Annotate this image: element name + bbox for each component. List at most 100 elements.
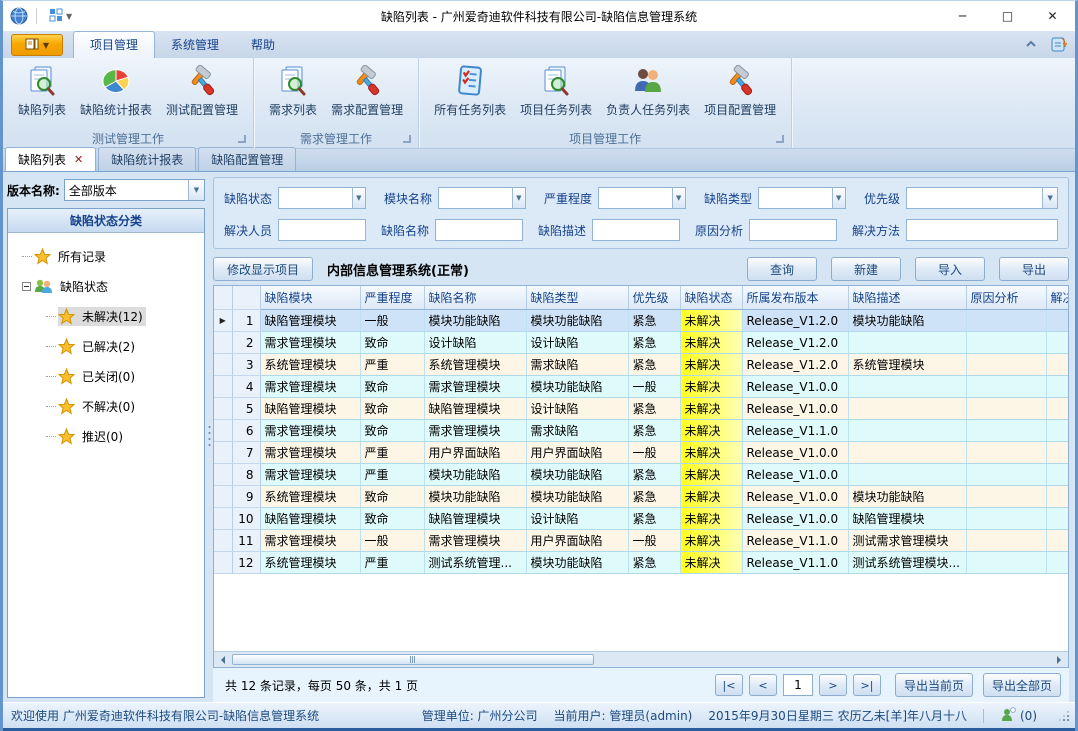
owner-tasks-button[interactable]: 负责人任务列表	[599, 62, 697, 120]
table-row[interactable]: 3系统管理模块严重系统管理模块需求缺陷紧急未解决Release_V1.2.0系统…	[214, 354, 1068, 376]
dialog-launcher-icon[interactable]	[403, 135, 411, 143]
table-row[interactable]: 11需求管理模块一般需求管理模块用户界面缺陷一般未解决Release_V1.1.…	[214, 530, 1068, 552]
tree-resolved[interactable]: 已解决(2)	[8, 331, 204, 361]
column-header[interactable]: 所属发布版本	[742, 286, 848, 310]
defect-type-select[interactable]: ▼	[758, 187, 846, 209]
table-row[interactable]: 5缺陷管理模块致命缺陷管理模块设计缺陷紧急未解决Release_V1.0.0	[214, 398, 1068, 420]
chevron-down-icon[interactable]: ▼	[188, 180, 204, 200]
sidebar-splitter[interactable]	[205, 172, 213, 702]
table-row[interactable]: 9系统管理模块致命模块功能缺陷模块功能缺陷紧急未解决Release_V1.0.0…	[214, 486, 1068, 508]
resolver-input-value[interactable]	[279, 220, 365, 240]
defect-status-select-value[interactable]	[279, 188, 352, 208]
table-row[interactable]: 8需求管理模块严重模块功能缺陷模块功能缺陷紧急未解决Release_V1.0.0	[214, 464, 1068, 486]
priority-select-value[interactable]	[907, 188, 1043, 208]
export-current-page-button[interactable]: 导出当前页	[895, 673, 973, 697]
table-row[interactable]: 12系统管理模块严重测试系统管理...模块功能缺陷紧急未解决Release_V1…	[214, 552, 1068, 574]
requirement-config-button[interactable]: 需求配置管理	[324, 62, 410, 120]
defect-desc-input-value[interactable]	[593, 220, 679, 240]
priority-select[interactable]: ▼	[906, 187, 1058, 209]
table-row[interactable]: 7需求管理模块严重用户界面缺陷用户界面缺陷一般未解决Release_V1.0.0	[214, 442, 1068, 464]
resize-grip-icon[interactable]	[1059, 711, 1069, 721]
table-row[interactable]: 10缺陷管理模块致命缺陷管理模块设计缺陷紧急未解决Release_V1.0.0缺…	[214, 508, 1068, 530]
column-header[interactable]: 解决方法	[1046, 286, 1068, 310]
chevron-down-icon[interactable]: ▼	[352, 188, 365, 208]
test-config-button[interactable]: 测试配置管理	[159, 62, 245, 120]
tab-system-management[interactable]: 系统管理	[155, 32, 235, 58]
chevron-down-icon[interactable]: ▼	[672, 188, 685, 208]
scrollbar-thumb[interactable]	[232, 654, 594, 665]
tab-project-management[interactable]: 项目管理	[73, 31, 155, 58]
module-name-select-value[interactable]	[439, 188, 512, 208]
next-page-button[interactable]: >	[819, 674, 847, 696]
help-icon[interactable]	[1049, 35, 1067, 56]
close-tab-icon[interactable]: ✕	[74, 153, 83, 166]
defect-list-button[interactable]: 缺陷列表	[11, 62, 73, 120]
message-indicator[interactable]: (0)	[1000, 707, 1037, 725]
column-header[interactable]: 缺陷名称	[424, 286, 526, 310]
scroll-left-arrow-icon[interactable]	[214, 652, 230, 667]
tree-closed[interactable]: 已关闭(0)	[8, 361, 204, 391]
column-header[interactable]: 优先级	[628, 286, 680, 310]
chevron-down-icon[interactable]: ▼	[512, 188, 525, 208]
tab-help[interactable]: 帮助	[235, 32, 291, 58]
defect-name-input-value[interactable]	[436, 220, 522, 240]
quick-access-toolbar-button[interactable]: ▼	[45, 6, 76, 27]
defect-name-input[interactable]	[435, 219, 523, 241]
collapse-minus-icon[interactable]	[22, 282, 31, 291]
version-select[interactable]: 全部版本 ▼	[64, 179, 205, 201]
column-header[interactable]: 原因分析	[966, 286, 1046, 310]
modify-display-items-button[interactable]: 修改显示项目	[213, 257, 313, 281]
page-number-input[interactable]	[783, 674, 813, 696]
minimize-button[interactable]: ─	[940, 1, 985, 31]
requirement-list-button[interactable]: 需求列表	[262, 62, 324, 120]
tree-all-records[interactable]: 所有记录	[8, 241, 204, 271]
horizontal-scrollbar[interactable]	[214, 651, 1068, 667]
column-header[interactable]: 缺陷状态	[680, 286, 742, 310]
chevron-down-icon[interactable]: ▼	[832, 188, 845, 208]
doctab-defect-list[interactable]: 缺陷列表✕	[5, 147, 96, 171]
app-menu-button[interactable]: ▼	[11, 34, 63, 56]
first-page-button[interactable]: |<	[715, 674, 743, 696]
tree-unresolved[interactable]: 未解决(12)	[8, 301, 204, 331]
defect-type-select-value[interactable]	[759, 188, 832, 208]
maximize-button[interactable]: □	[985, 1, 1030, 31]
defect-status-select[interactable]: ▼	[278, 187, 366, 209]
new-button[interactable]: 新建	[831, 257, 901, 281]
defect-desc-input[interactable]	[592, 219, 680, 241]
import-button[interactable]: 导入	[915, 257, 985, 281]
query-button[interactable]: 查询	[747, 257, 817, 281]
doctab-defect-config[interactable]: 缺陷配置管理	[198, 147, 296, 171]
export-button[interactable]: 导出	[999, 257, 1069, 281]
cause-analysis-input[interactable]	[749, 219, 837, 241]
cause-analysis-input-value[interactable]	[750, 220, 836, 240]
table-row[interactable]: 6需求管理模块致命需求管理模块需求缺陷紧急未解决Release_V1.1.0	[214, 420, 1068, 442]
column-header[interactable]: 缺陷模块	[260, 286, 360, 310]
prev-page-button[interactable]: <	[749, 674, 777, 696]
scrollbar-track[interactable]	[230, 652, 1052, 667]
chevron-down-icon[interactable]: ▼	[1042, 188, 1056, 208]
ribbon-collapse-icon[interactable]	[1023, 37, 1039, 54]
table-row[interactable]: 2需求管理模块致命设计缺陷设计缺陷紧急未解决Release_V1.2.0	[214, 332, 1068, 354]
doctab-defect-report[interactable]: 缺陷统计报表	[98, 147, 196, 171]
tree-wont-fix[interactable]: 不解决(0)	[8, 391, 204, 421]
close-button[interactable]: ✕	[1030, 1, 1075, 31]
last-page-button[interactable]: >|	[853, 674, 881, 696]
defect-report-button[interactable]: 缺陷统计报表	[73, 62, 159, 120]
module-name-select[interactable]: ▼	[438, 187, 526, 209]
table-row[interactable]: 4需求管理模块致命需求管理模块模块功能缺陷一般未解决Release_V1.0.0	[214, 376, 1068, 398]
dialog-launcher-icon[interactable]	[238, 135, 246, 143]
project-tasks-button[interactable]: 项目任务列表	[513, 62, 599, 120]
tree-postponed[interactable]: 推迟(0)	[8, 421, 204, 451]
table-row[interactable]: ▶1缺陷管理模块一般模块功能缺陷模块功能缺陷紧急未解决Release_V1.2.…	[214, 310, 1068, 332]
all-tasks-button[interactable]: 所有任务列表	[427, 62, 513, 120]
export-all-pages-button[interactable]: 导出全部页	[983, 673, 1061, 697]
solution-input[interactable]	[906, 219, 1058, 241]
column-header[interactable]: 缺陷类型	[526, 286, 628, 310]
solution-input-value[interactable]	[907, 220, 1057, 240]
scroll-right-arrow-icon[interactable]	[1052, 652, 1068, 667]
column-header[interactable]: 缺陷描述	[848, 286, 966, 310]
dialog-launcher-icon[interactable]	[776, 135, 784, 143]
project-config-button[interactable]: 项目配置管理	[697, 62, 783, 120]
resolver-input[interactable]	[278, 219, 366, 241]
tree-defect-status[interactable]: 缺陷状态	[8, 271, 204, 301]
